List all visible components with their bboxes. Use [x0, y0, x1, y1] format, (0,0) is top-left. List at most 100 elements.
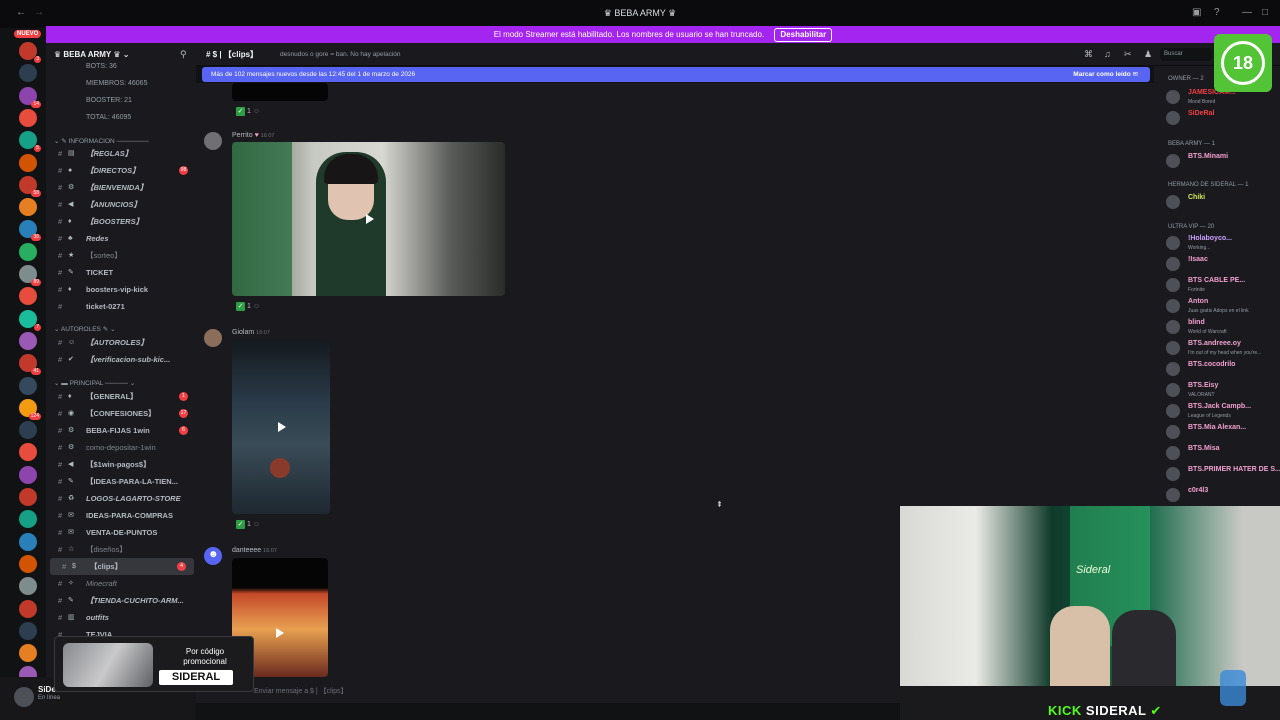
member-item[interactable]: !Holaboyco... Working... — [1166, 234, 1278, 254]
channel-item[interactable]: # ⚙ BEBA-FIJAS 1win 6 — [46, 422, 196, 439]
reaction-check[interactable]: ✓ 1 ☺ — [236, 302, 260, 311]
server-icon[interactable] — [19, 554, 37, 573]
channel-item[interactable]: # ▤ 【REGLAS】 — [46, 145, 196, 162]
minimize-icon[interactable]: — — [1242, 7, 1252, 18]
server-icon[interactable] — [19, 64, 37, 83]
channel-item[interactable]: # ✧ Minecraft — [46, 575, 196, 592]
server-icon[interactable]: 58 — [19, 175, 41, 197]
server-icon[interactable] — [19, 465, 37, 484]
server-icon[interactable] — [19, 376, 37, 395]
channel-item[interactable]: # $ 【clips】 4 — [50, 558, 194, 575]
help-icon[interactable]: ? — [1214, 7, 1220, 18]
mark-as-read-button[interactable]: Marcar como leído ✉ — [1073, 67, 1138, 82]
channel-item[interactable]: # ⚙ como-depositar-1win — [46, 439, 196, 456]
server-icon[interactable] — [19, 621, 37, 640]
bell-icon[interactable]: ♫ — [1104, 49, 1111, 59]
channel-item[interactable]: # ✔ 【verificacion-sub-kic... — [46, 351, 196, 368]
server-icon[interactable]: 14 — [19, 86, 41, 108]
channel-item[interactable]: # ☆ 【diseños】 — [46, 541, 196, 558]
server-icon[interactable] — [19, 153, 37, 172]
channel-item[interactable]: # ★ 【sorteo】 — [46, 247, 196, 264]
member-item[interactable]: BTS.PRIMER HATER DE S... — [1166, 465, 1280, 485]
member-item[interactable]: blind World of Warcraft — [1166, 318, 1278, 338]
server-icon[interactable] — [19, 644, 37, 663]
category-autoroles[interactable]: ⌄ AUTOROLES ✎ ⌄ — [54, 325, 115, 333]
member-item[interactable]: BTS.Eisy VALORANT — [1166, 381, 1278, 401]
channel-item[interactable]: # ☺ 【AUTOROLES】 — [46, 334, 196, 351]
channel-item[interactable]: # ♦ boosters-vip-kick — [46, 281, 196, 298]
channel-item[interactable]: # ◉ 【CONFESIONES】 17 — [46, 405, 196, 422]
server-icon[interactable] — [19, 510, 37, 529]
server-icon[interactable]: 41 — [19, 354, 41, 376]
channel-item[interactable]: # ⚙ 【BIENVENIDA】 — [46, 179, 196, 196]
server-icon[interactable]: 3 — [19, 42, 41, 63]
server-icon[interactable] — [19, 443, 37, 462]
reaction-check[interactable]: ✓ 1 ☺ — [236, 520, 260, 529]
server-icon[interactable] — [19, 599, 37, 618]
category-info[interactable]: ⌄ ✎ INFORMACION ─────── — [54, 137, 149, 145]
channel-item[interactable]: # ◀ 【$1win-pagos$】 — [46, 456, 196, 473]
channel-item[interactable]: # ♣ Redes — [46, 230, 196, 247]
avatar[interactable] — [204, 132, 222, 150]
message-author[interactable]: Perrito ♥ 16:07 — [232, 132, 274, 139]
member-item[interactable]: BTS CABLE PE... Fortnite — [1166, 276, 1278, 296]
channel-item[interactable]: # ▥ outfits — [46, 609, 196, 626]
previous-media[interactable] — [232, 83, 328, 101]
reaction-check[interactable]: ✓ 1 ☺ — [236, 107, 260, 116]
member-item[interactable]: BTS.cocodrilo — [1166, 360, 1278, 380]
channel-item[interactable]: # ✎ 【TIENDA-CUCHITO-ARM... — [46, 592, 196, 609]
server-icon[interactable]: 7 — [19, 309, 41, 331]
new-messages-bar[interactable]: Más de 102 mensajes nuevos desde las 12:… — [202, 67, 1150, 82]
channel-item[interactable]: # ✎ 【IDEAS-PARA-LA-TIEN... — [46, 473, 196, 490]
avatar[interactable] — [204, 329, 222, 347]
server-icon[interactable] — [19, 532, 37, 551]
member-item[interactable]: BTS.Misa — [1166, 444, 1278, 464]
channel-item[interactable]: # ✉ VENTA-DE-PUNTOS — [46, 524, 196, 541]
server-icon[interactable]: 89 — [19, 265, 41, 286]
channel-item[interactable]: # ticket-0271 — [46, 298, 196, 315]
channel-item[interactable]: # ♻ LOGOS-LAGARTO-STORE — [46, 490, 196, 507]
member-item[interactable]: BTS.Mia Alexan... — [1166, 423, 1278, 443]
category-principal[interactable]: ⌄ ▬ PRINCIPAL ───── ⌄ — [54, 379, 135, 387]
inbox-icon[interactable]: ▣ — [1192, 7, 1201, 18]
video-attachment[interactable] — [232, 340, 330, 514]
add-member-icon[interactable]: ⚲ — [180, 49, 187, 60]
member-item[interactable]: BTS.andreee.oy I'm out of my head when yo… — [1166, 339, 1278, 359]
member-item[interactable]: !Isaac — [1166, 255, 1278, 275]
member-item[interactable]: BTS.Jack Campb... League of Legends — [1166, 402, 1278, 422]
user-avatar[interactable] — [14, 687, 34, 707]
server-icon[interactable] — [19, 198, 37, 217]
message-author[interactable]: Giolam 16:07 — [232, 329, 270, 336]
member-item[interactable]: Chiki — [1166, 193, 1278, 213]
maximize-icon[interactable]: □ — [1262, 7, 1268, 18]
channel-item[interactable]: # ✎ TICKET — [46, 264, 196, 281]
member-item[interactable]: BTS.Minami — [1166, 152, 1278, 172]
server-icon[interactable]: 36 — [19, 220, 41, 242]
server-icon[interactable]: 124 — [19, 398, 41, 420]
server-icon[interactable] — [19, 421, 37, 440]
member-list-icon[interactable]: ♟ — [1144, 49, 1152, 60]
server-icon[interactable] — [19, 331, 37, 350]
video-attachment[interactable] — [232, 142, 505, 296]
server-icon[interactable] — [19, 242, 37, 261]
message-author[interactable]: danteeee 16:07 — [232, 547, 277, 554]
channel-item[interactable]: # ♦ 【BOOSTERS】 — [46, 213, 196, 230]
server-icon[interactable] — [19, 287, 37, 306]
channel-item[interactable]: # ◀ 【ANUNCIOS】 — [46, 196, 196, 213]
avatar[interactable]: ☻ — [204, 547, 222, 565]
guild-name[interactable]: ♛ BEBA ARMY ♛ ⌄ — [54, 50, 129, 59]
pin-icon[interactable]: ✂ — [1124, 49, 1132, 60]
server-icon[interactable] — [19, 108, 37, 127]
member-item[interactable]: Anton Juas gratis Adops en el link — [1166, 297, 1278, 317]
member-item[interactable]: SiDeRal — [1166, 109, 1278, 129]
member-item[interactable]: c0r4l3 — [1166, 486, 1278, 506]
server-icon[interactable]: 5 — [19, 131, 41, 153]
threads-icon[interactable]: ⌘ — [1084, 49, 1093, 60]
disable-streamer-button[interactable]: Deshabilitar — [774, 28, 833, 42]
channel-item[interactable]: # ✉ IDEAS-PARA-COMPRAS — [46, 507, 196, 524]
channel-item[interactable]: # ● 【DIRECTOS】 98 — [46, 162, 196, 179]
search-input[interactable]: Buscar — [1160, 48, 1212, 61]
server-icon[interactable] — [19, 577, 37, 596]
server-icon[interactable] — [19, 488, 37, 506]
channel-item[interactable]: # ♦ 【GENERAL】 1 — [46, 388, 196, 405]
